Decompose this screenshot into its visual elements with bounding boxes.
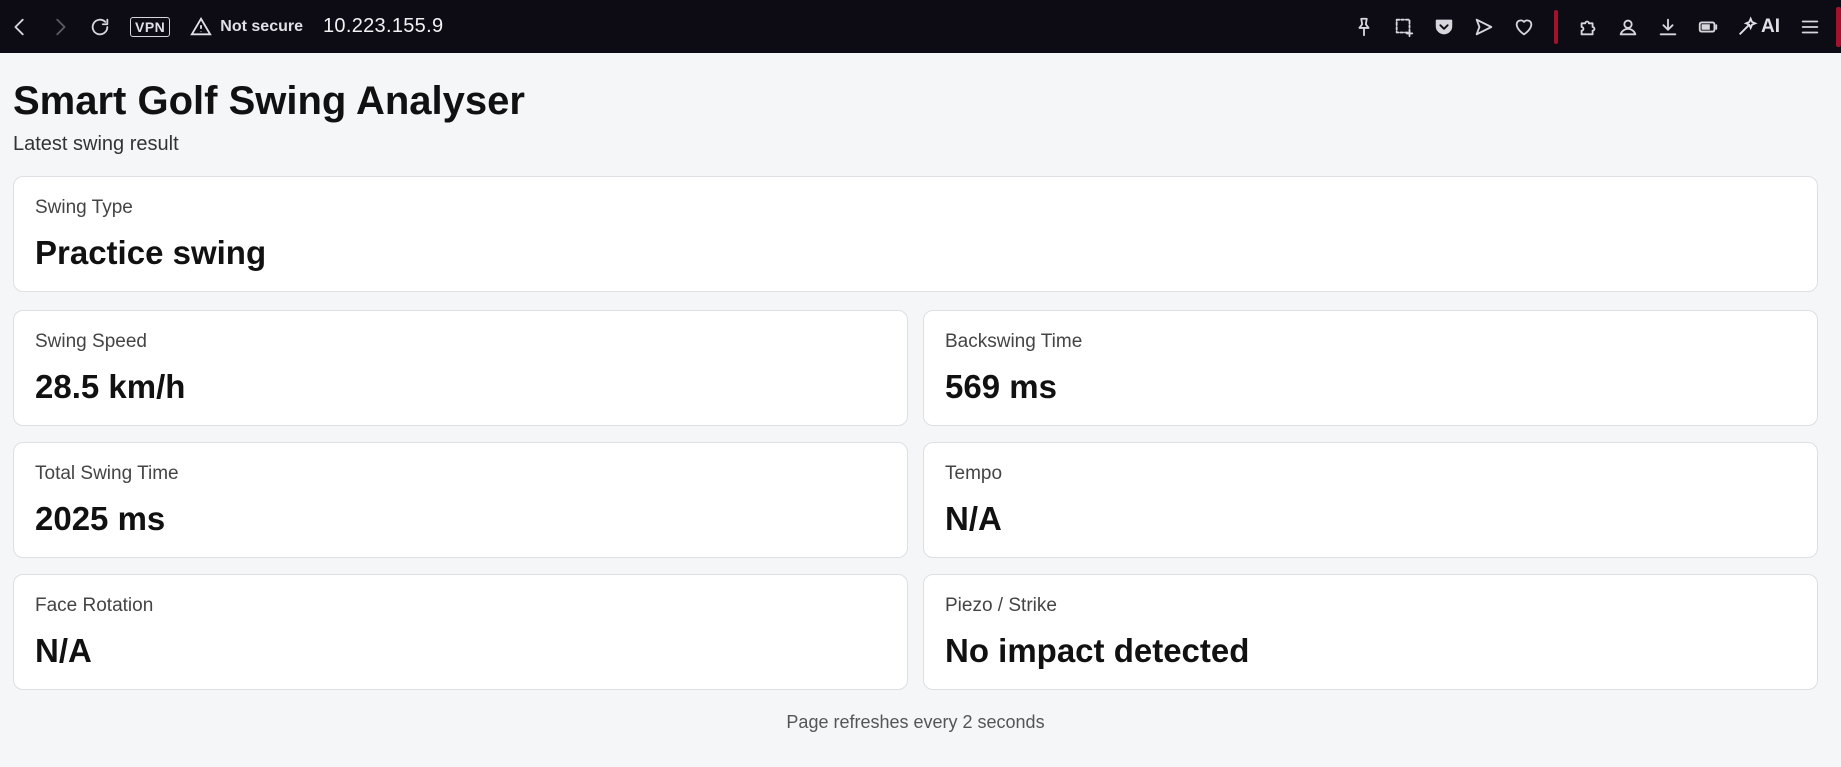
chevron-left-icon: [14, 18, 24, 35]
refresh-note: Page refreshes every 2 seconds: [786, 712, 1045, 732]
ai-label: AI: [1761, 15, 1780, 37]
wallet-button[interactable]: [1424, 7, 1464, 47]
crop-icon: [1395, 18, 1414, 37]
snapshot-button[interactable]: [1384, 7, 1424, 47]
card-label: Piezo / Strike: [945, 595, 1057, 616]
warning-icon: [190, 16, 213, 35]
sidebar-edge: [1836, 6, 1841, 47]
face-rotation-card: Face Rotation N/A: [13, 574, 908, 690]
address-bar[interactable]: 10.223.155.9: [323, 15, 443, 38]
ai-button[interactable]: AI: [1736, 16, 1780, 38]
card-value: N/A: [945, 500, 1002, 537]
send-button[interactable]: [1464, 7, 1504, 47]
card-label: Face Rotation: [35, 595, 154, 616]
chevron-right-icon: [56, 18, 66, 35]
toolbar-divider: [1554, 9, 1558, 44]
user-icon: [1619, 19, 1637, 35]
favorites-button[interactable]: [1504, 7, 1544, 47]
download-icon: [1659, 18, 1677, 35]
vpn-badge[interactable]: VPN: [130, 16, 171, 37]
backswing-time-card: Backswing Time 569 ms: [923, 310, 1818, 426]
reload-icon: [91, 18, 109, 35]
heart-icon: [1515, 19, 1533, 35]
security-label: Not secure: [220, 17, 303, 35]
battery-icon: [1698, 21, 1718, 32]
card-label: Swing Speed: [35, 331, 147, 352]
card-value: 2025 ms: [35, 500, 166, 537]
card-label: Total Swing Time: [35, 463, 179, 484]
puzzle-icon: [1580, 20, 1596, 35]
security-indicator[interactable]: Not secure: [190, 16, 303, 38]
swing-speed-card: Swing Speed 28.5 km/h: [13, 310, 908, 426]
piezo-strike-card: Piezo / Strike No impact detected: [923, 574, 1818, 690]
battery-button[interactable]: [1688, 7, 1728, 47]
page-content: Smart Golf Swing Analyser Latest swing r…: [13, 53, 1818, 733]
card-label: Tempo: [945, 463, 1003, 484]
menu-icon: [1801, 20, 1819, 33]
pin-icon: [1358, 17, 1370, 36]
page-subtitle: Latest swing result: [13, 133, 179, 155]
pin-button[interactable]: [1344, 7, 1384, 47]
reload-button[interactable]: [80, 7, 120, 47]
profile-button[interactable]: [1608, 7, 1648, 47]
sparkle-icon: [1739, 15, 1758, 35]
tempo-card: Tempo N/A: [923, 442, 1818, 558]
forward-button[interactable]: [40, 7, 80, 47]
card-label: Swing Type: [35, 197, 133, 218]
shield-check-icon: [1435, 19, 1453, 34]
send-icon: [1475, 18, 1493, 35]
metrics-grid: Swing Speed 28.5 km/h Backswing Time 569…: [13, 310, 1818, 690]
card-value: 569 ms: [945, 368, 1057, 405]
back-button[interactable]: [0, 7, 40, 47]
swing-type-card: Swing Type Practice swing: [13, 176, 1818, 292]
card-value: N/A: [35, 632, 92, 669]
browser-toolbar: VPN Not secure 10.223.155.9 AI: [0, 0, 1841, 53]
toolbar-right: AI: [1344, 0, 1841, 53]
total-swing-time-card: Total Swing Time 2025 ms: [13, 442, 908, 558]
menu-button[interactable]: [1790, 7, 1830, 47]
card-value: 28.5 km/h: [35, 368, 186, 405]
card-label: Backswing Time: [945, 331, 1083, 352]
card-value: No impact detected: [945, 632, 1250, 669]
downloads-button[interactable]: [1648, 7, 1688, 47]
card-value: Practice swing: [35, 234, 267, 271]
extensions-button[interactable]: [1568, 7, 1608, 47]
page-title: Smart Golf Swing Analyser: [13, 79, 525, 123]
